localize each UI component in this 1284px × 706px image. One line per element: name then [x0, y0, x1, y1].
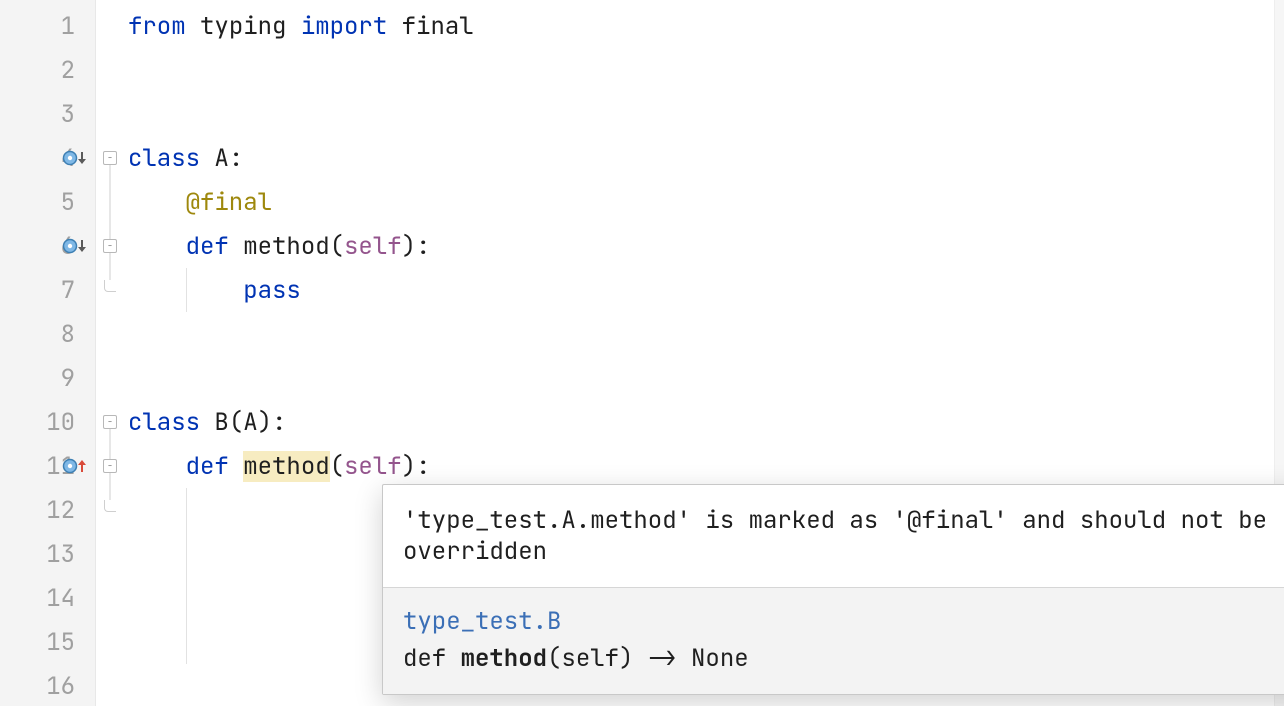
gutter-row: 3: [0, 92, 95, 136]
line-number: 8: [43, 319, 87, 350]
line-number: 16: [43, 671, 87, 702]
code-editor[interactable]: 1 2 3 4 5 6 7 8 9 10 11 12 13 14 15: [0, 0, 1284, 706]
line-number: 7: [43, 275, 87, 306]
gutter-row: 8: [0, 312, 95, 356]
module-name: typing: [200, 11, 286, 42]
keyword-def: def: [186, 231, 229, 262]
gutter-row: 4: [0, 136, 95, 180]
line-number: 2: [43, 55, 87, 86]
gutter-row: 2: [0, 48, 95, 92]
line-number: 1: [43, 11, 87, 42]
code-line[interactable]: class A:: [124, 136, 1284, 180]
gutter-row: 5: [0, 180, 95, 224]
decorator: @final: [186, 187, 272, 218]
code-line[interactable]: pass: [124, 268, 1284, 312]
code-line[interactable]: class B(A):: [124, 400, 1284, 444]
line-number: 10: [43, 407, 87, 438]
code-line[interactable]: [124, 312, 1284, 356]
inherit-down-icon[interactable]: [61, 235, 89, 257]
gutter-row: 11: [0, 444, 95, 488]
keyword-class: class: [128, 407, 200, 438]
function-name-warning[interactable]: method: [243, 451, 329, 482]
param-self: self: [344, 451, 402, 482]
code-line[interactable]: def method(self):: [124, 224, 1284, 268]
documentation-row: type_test.B def method(self) -> None: [383, 588, 1284, 694]
line-number: 14: [43, 583, 87, 614]
line-number: 5: [43, 187, 87, 218]
function-name: method: [243, 231, 329, 262]
keyword-import: import: [301, 11, 387, 42]
gutter: 1 2 3 4 5 6 7 8 9 10 11 12 13 14 15: [0, 0, 96, 706]
line-number: 13: [43, 539, 87, 570]
fold-toggle-icon[interactable]: −: [103, 239, 117, 253]
inspection-message-row: 'type_test.A.method' is marked as '@fina…: [383, 485, 1284, 588]
param-self: self: [344, 231, 402, 262]
inspection-message: 'type_test.A.method' is marked as '@fina…: [403, 505, 1267, 567]
fold-toggle-icon[interactable]: −: [103, 415, 117, 429]
keyword-pass: pass: [243, 275, 301, 306]
gutter-row: 6: [0, 224, 95, 268]
code-line[interactable]: from typing import final: [124, 4, 1284, 48]
gutter-row: 12: [0, 488, 95, 532]
code-line[interactable]: def method(self):: [124, 444, 1284, 488]
qualified-name-link[interactable]: type_test.B: [403, 606, 561, 637]
class-name: B: [214, 407, 228, 438]
gutter-row: 14: [0, 576, 95, 620]
code-line[interactable]: [124, 356, 1284, 400]
keyword-class: class: [128, 143, 200, 174]
fold-column: − − − −: [96, 0, 124, 706]
inspection-popup: 'type_test.A.method' is marked as '@fina…: [382, 484, 1284, 695]
line-number: 12: [43, 495, 87, 526]
imported-name: final: [402, 11, 474, 42]
line-number: 15: [43, 627, 87, 658]
gutter-row: 15: [0, 620, 95, 664]
colon: :: [229, 143, 243, 174]
gutter-row: 16: [0, 664, 95, 706]
gutter-row: 7: [0, 268, 95, 312]
code-area[interactable]: from typing import final class A: @final…: [124, 0, 1284, 706]
signature-name: method: [461, 643, 547, 674]
signature-rest: (self) -> None: [547, 643, 749, 674]
gutter-row: 1: [0, 4, 95, 48]
class-name: A: [214, 143, 228, 174]
gutter-row: 10: [0, 400, 95, 444]
keyword-def: def: [186, 451, 229, 482]
code-line[interactable]: @final: [124, 180, 1284, 224]
override-up-icon[interactable]: [61, 455, 89, 477]
keyword-from: from: [128, 11, 186, 42]
line-number: 9: [43, 363, 87, 394]
fold-toggle-icon[interactable]: −: [103, 459, 117, 473]
gutter-row: 9: [0, 356, 95, 400]
gutter-row: 13: [0, 532, 95, 576]
base-class: A: [243, 407, 257, 438]
code-line[interactable]: [124, 48, 1284, 92]
fold-end-icon: [104, 280, 116, 292]
code-line[interactable]: [124, 92, 1284, 136]
signature-def: def: [403, 643, 461, 674]
fold-toggle-icon[interactable]: −: [103, 151, 117, 165]
line-number: 3: [43, 99, 87, 130]
inherit-down-icon[interactable]: [61, 147, 89, 169]
fold-end-icon: [104, 500, 116, 512]
